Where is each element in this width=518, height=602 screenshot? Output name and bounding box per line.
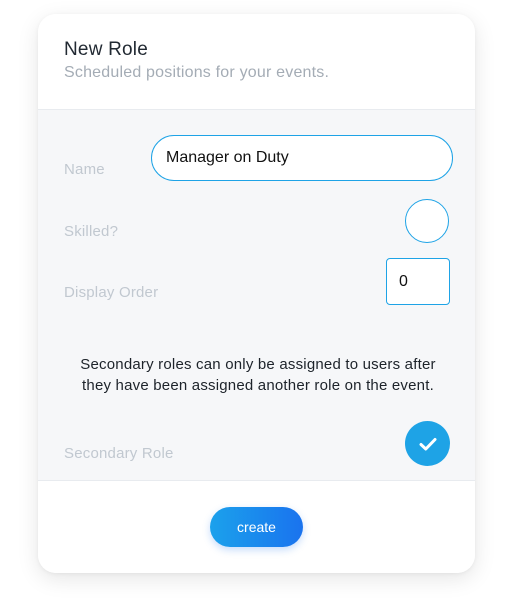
display-order-label: Display Order (64, 284, 159, 301)
checkmark-icon (419, 437, 436, 450)
card-subtitle: Scheduled positions for your events. (64, 64, 330, 81)
display-order-input[interactable] (386, 258, 450, 305)
card-title: New Role (64, 39, 148, 60)
card-footer: create (38, 481, 475, 573)
form-body: Name Skilled? Display Order Secondary ro… (38, 110, 475, 481)
card-header: New Role Scheduled positions for your ev… (38, 14, 475, 110)
name-label: Name (64, 161, 105, 178)
secondary-role-toggle[interactable] (405, 421, 450, 466)
name-input[interactable] (151, 135, 453, 181)
skilled-toggle[interactable] (405, 199, 449, 243)
secondary-role-label: Secondary Role (64, 445, 174, 462)
secondary-role-note: Secondary roles can only be assigned to … (80, 356, 436, 394)
create-button[interactable]: create (210, 507, 303, 547)
new-role-card: New Role Scheduled positions for your ev… (38, 14, 475, 573)
skilled-label: Skilled? (64, 223, 119, 240)
